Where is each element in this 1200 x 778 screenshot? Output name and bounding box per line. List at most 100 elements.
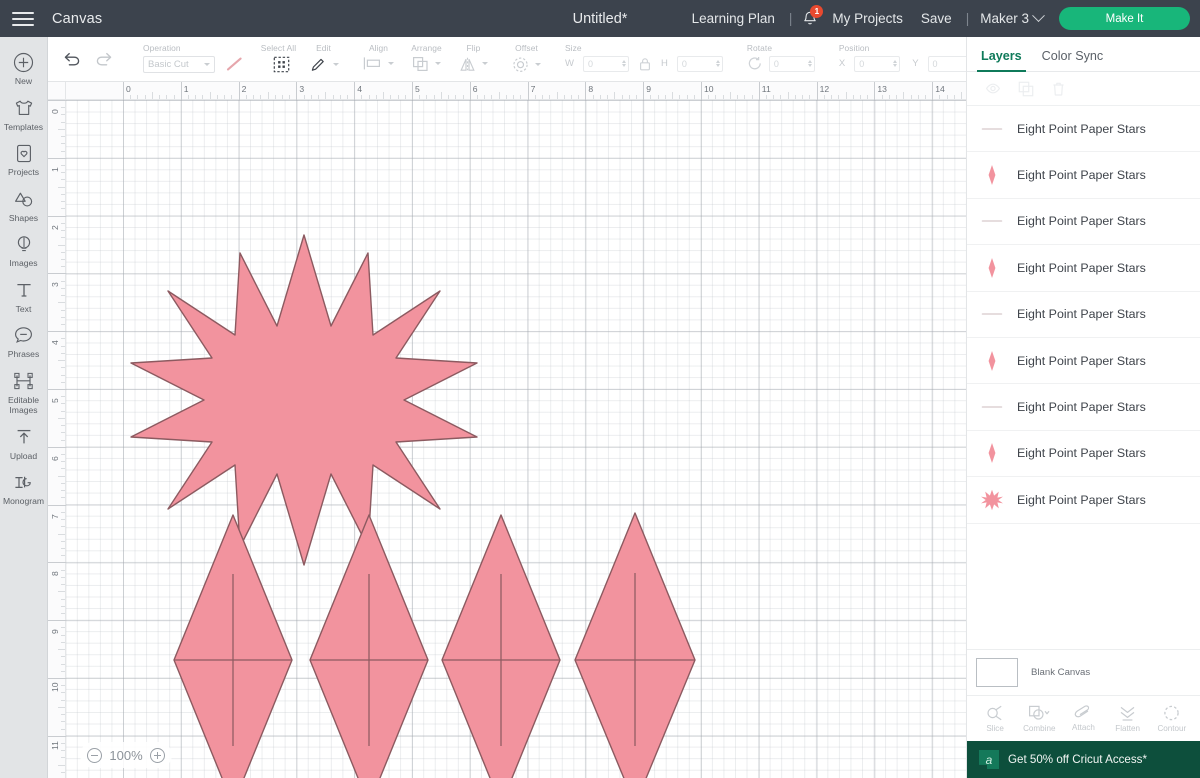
lock-icon[interactable] <box>639 57 651 71</box>
width-input[interactable]: 0 <box>582 55 629 72</box>
shape-diamond-2[interactable] <box>309 514 429 778</box>
pencil-icon[interactable] <box>310 56 327 73</box>
sidebar-item-upload[interactable]: Upload <box>0 420 48 466</box>
ruler-label: 5 <box>50 398 60 403</box>
chevron-down-icon[interactable] <box>388 61 394 65</box>
duplicate-icon[interactable] <box>1018 81 1034 97</box>
undo-redo-group <box>48 51 128 67</box>
height-stepper[interactable] <box>715 60 720 67</box>
layer-label: Eight Point Paper Stars <box>1017 446 1146 461</box>
canvas-grid[interactable] <box>66 100 966 778</box>
ruler-minor-tick <box>693 95 695 99</box>
text-icon <box>14 279 34 301</box>
ruler-minor-tick <box>61 728 65 730</box>
x-stepper[interactable] <box>893 60 898 67</box>
rotate-icon[interactable] <box>747 56 763 71</box>
zoom-out-icon[interactable] <box>87 747 103 763</box>
chevron-down-icon[interactable] <box>535 62 541 66</box>
edit-label: Edit <box>316 42 331 53</box>
notifications-button[interactable]: 1 <box>797 4 824 32</box>
trash-icon[interactable] <box>1051 81 1066 97</box>
layer-row[interactable]: Eight Point Paper Stars <box>967 431 1200 478</box>
slice-button[interactable]: Slice <box>975 704 1015 733</box>
ruler-minor-tick <box>802 95 804 99</box>
make-it-button[interactable]: Make It <box>1059 7 1190 30</box>
layer-row[interactable]: Eight Point Paper Stars <box>967 477 1200 524</box>
layer-thumbnail <box>981 303 1003 325</box>
shape-diamond-3[interactable] <box>441 514 561 778</box>
chevron-down-icon[interactable] <box>435 62 441 65</box>
attach-button[interactable]: Attach <box>1063 705 1103 732</box>
cricut-access-promo[interactable]: a Get 50% off Cricut Access* <box>967 741 1200 778</box>
chevron-down-icon[interactable] <box>333 62 339 66</box>
chevron-down-icon[interactable] <box>482 62 488 65</box>
ruler-minor-tick <box>657 95 659 99</box>
sidebar-label-phrases: Phrases <box>7 349 40 359</box>
learning-plan-link[interactable]: Learning Plan <box>683 11 784 26</box>
flip-group[interactable]: Flip <box>450 37 497 82</box>
arrange-icon[interactable] <box>412 56 429 72</box>
save-button[interactable]: Save <box>912 11 961 26</box>
sidebar-item-projects[interactable]: Projects <box>0 136 48 182</box>
sidebar-item-editable-images[interactable]: Editable Images <box>0 364 48 420</box>
ruler-minor-tick <box>61 627 65 629</box>
tab-layers[interactable]: Layers <box>977 49 1026 72</box>
shape-eight-point-star[interactable] <box>130 234 478 566</box>
sidebar-item-text[interactable]: Text <box>0 273 48 319</box>
layer-row[interactable]: Eight Point Paper Stars <box>967 338 1200 385</box>
offset-group[interactable]: Offset <box>503 37 550 82</box>
x-input[interactable]: 0 <box>854 55 901 72</box>
flip-icon[interactable] <box>459 56 476 72</box>
offset-icon[interactable] <box>512 56 529 73</box>
ruler-label: 2 <box>50 224 60 230</box>
tab-color-sync[interactable]: Color Sync <box>1042 49 1104 71</box>
arrange-group[interactable]: Arrange <box>403 37 450 82</box>
sidebar-item-templates[interactable]: Templates <box>0 91 48 137</box>
undo-icon[interactable] <box>62 51 81 67</box>
ruler-label: 6 <box>472 84 478 94</box>
layer-row[interactable]: Eight Point Paper Stars <box>967 245 1200 292</box>
select-all-icon[interactable] <box>273 56 290 73</box>
select-all-group[interactable]: Select All <box>258 37 299 82</box>
flatten-button[interactable]: Flatten <box>1108 704 1148 733</box>
align-icon[interactable] <box>363 56 382 71</box>
edit-group[interactable]: Edit <box>299 37 348 82</box>
ruler-minor-tick <box>144 95 146 99</box>
sidebar-item-monogram[interactable]: Monogram <box>0 465 48 511</box>
design-canvas[interactable]: 0123456789101112131415 01234567891011 10… <box>48 82 1042 778</box>
operation-select[interactable]: Basic Cut <box>143 55 215 73</box>
visibility-icon[interactable] <box>985 81 1001 96</box>
machine-selector[interactable]: Maker 3 <box>974 9 1049 26</box>
layer-row[interactable]: Eight Point Paper Stars <box>967 106 1200 153</box>
zoom-in-icon[interactable] <box>149 747 165 763</box>
ruler-minor-tick <box>58 475 65 477</box>
ruler-minor-tick <box>549 95 551 99</box>
shape-diamond-4[interactable] <box>574 512 696 778</box>
ruler-minor-tick <box>556 92 558 99</box>
layer-row[interactable]: Eight Point Paper Stars <box>967 384 1200 431</box>
shape-diamond-1[interactable] <box>173 514 293 778</box>
hamburger-icon[interactable] <box>0 0 46 37</box>
ruler-minor-tick <box>61 201 65 203</box>
rotate-stepper[interactable] <box>807 60 812 67</box>
my-projects-link[interactable]: My Projects <box>823 11 912 26</box>
redo-icon[interactable] <box>95 51 114 67</box>
canvas-color-swatch[interactable] <box>976 658 1018 687</box>
height-input[interactable]: 0 <box>676 55 723 72</box>
ruler-minor-tick <box>426 95 428 99</box>
sidebar-item-images[interactable]: Images <box>0 227 48 273</box>
sidebar-item-phrases[interactable]: Phrases <box>0 318 48 364</box>
canvas-layer-row[interactable]: Blank Canvas <box>967 649 1200 695</box>
combine-button[interactable]: Combine <box>1019 704 1059 733</box>
align-group[interactable]: Align <box>354 37 403 82</box>
rotate-input[interactable]: 0 <box>768 55 815 72</box>
layer-row[interactable]: Eight Point Paper Stars <box>967 292 1200 338</box>
sidebar-item-new[interactable]: New <box>0 45 48 91</box>
contour-button[interactable]: Contour <box>1152 704 1192 733</box>
width-stepper[interactable] <box>621 60 626 67</box>
sidebar-item-shapes[interactable]: Shapes <box>0 182 48 228</box>
operation-color-swatch[interactable] <box>226 57 243 71</box>
layer-row[interactable]: Eight Point Paper Stars <box>967 152 1200 199</box>
layer-row[interactable]: Eight Point Paper Stars <box>967 199 1200 246</box>
rotate-group: Rotate 0 <box>738 37 824 82</box>
